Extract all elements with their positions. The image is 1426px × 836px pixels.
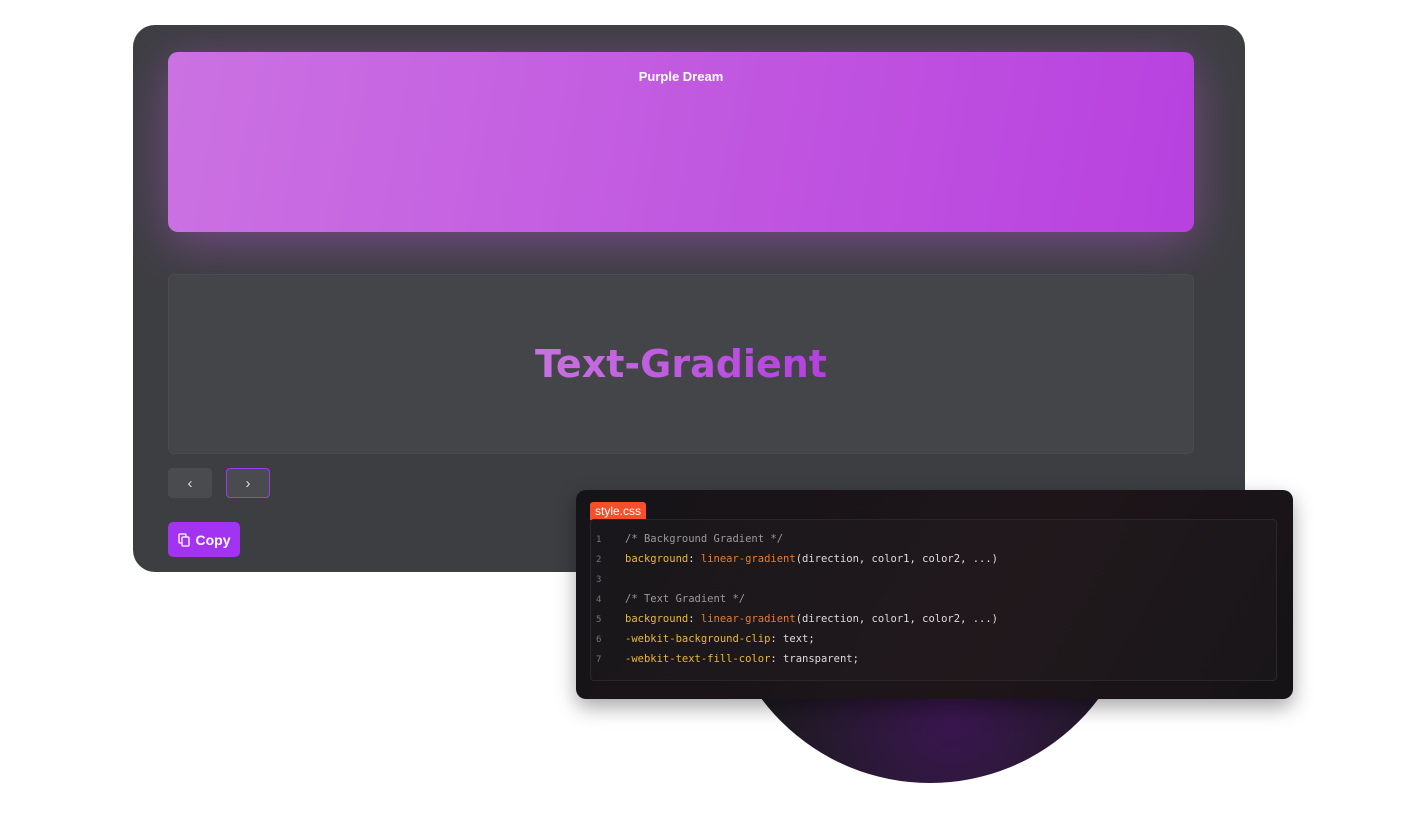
line-number: 3 — [596, 575, 602, 585]
code-line: 6 -webkit-background-clip: text; — [591, 633, 815, 645]
code-token: : text; — [770, 633, 815, 645]
code-token: /* Background Gradient */ — [625, 533, 784, 545]
code-token: -webkit-background-clip — [625, 633, 771, 645]
line-number: 2 — [596, 555, 602, 565]
line-number: 4 — [596, 595, 602, 605]
code-token: (direction, color1, color2, ...) — [795, 553, 998, 565]
code-panel: style.css 1 /* Background Gradient */ 2 bac… — [576, 490, 1293, 699]
line-number: 6 — [596, 635, 602, 645]
code-line: 4 /* Text Gradient */ — [591, 593, 745, 605]
gradient-name: Purple Dream — [638, 69, 724, 84]
line-number: 1 — [596, 535, 602, 545]
code-token: background — [625, 613, 689, 625]
text-gradient-preview: Text-Gradient — [168, 274, 1194, 454]
code-token: background — [625, 553, 689, 565]
code-line: 5 background: linear-gradient(direction, … — [591, 613, 998, 625]
code-line: 2 background: linear-gradient(direction, … — [591, 553, 998, 565]
gradient-preview: Purple Dream — [168, 52, 1194, 232]
line-number: 5 — [596, 615, 602, 625]
code-token: : — [688, 613, 701, 625]
chevron-right-icon: › — [245, 474, 251, 492]
code-token: /* Text Gradient */ — [625, 593, 746, 605]
prev-button[interactable]: ‹ — [168, 468, 212, 498]
line-number: 7 — [596, 655, 602, 665]
code-token: -webkit-text-fill-color — [625, 653, 771, 665]
code-line: 7 -webkit-text-fill-color: transparent; — [591, 653, 859, 665]
next-button[interactable]: › — [226, 468, 270, 498]
code-token: : — [688, 553, 701, 565]
chevron-left-icon: ‹ — [187, 474, 193, 492]
code-block: 1 /* Background Gradient */ 2 background: l… — [590, 519, 1277, 681]
text-gradient-sample: Text-Gradient — [535, 342, 827, 386]
code-token: linear-gradient — [700, 553, 796, 565]
code-token: : transparent; — [770, 653, 859, 665]
code-line: 3 — [591, 573, 625, 585]
copy-label: Copy — [195, 531, 231, 548]
code-token: (direction, color1, color2, ...) — [795, 613, 998, 625]
code-line: 1 /* Background Gradient */ — [591, 533, 783, 545]
copy-icon — [177, 532, 190, 547]
copy-button[interactable]: Copy — [168, 522, 240, 557]
code-token: linear-gradient — [700, 613, 796, 625]
file-tab[interactable]: style.css — [590, 502, 647, 520]
